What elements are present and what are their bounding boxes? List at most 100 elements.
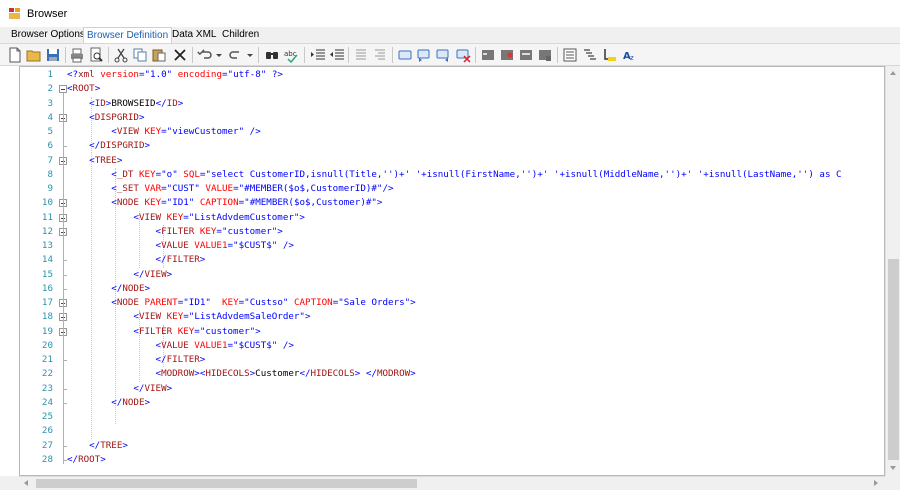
fold-guide-line <box>63 93 64 464</box>
properties-icon[interactable] <box>562 47 578 63</box>
toolbar-separator <box>192 47 193 63</box>
code-line: <ID>BROWSEID</ID> <box>89 97 184 109</box>
left-margin <box>0 66 19 476</box>
line-number: 11 <box>41 211 53 223</box>
paste-icon[interactable] <box>151 47 167 63</box>
redo-dropdown-icon[interactable] <box>247 49 253 61</box>
code-line: <?xml version="1.0" encoding="utf-8" ?> <box>67 69 283 80</box>
previous-bookmark-icon[interactable] <box>416 47 432 63</box>
spell-check-icon[interactable]: abc <box>283 47 299 63</box>
line-number: 19 <box>41 325 53 337</box>
vertical-scrollbar[interactable] <box>885 66 900 476</box>
tab-children[interactable]: Children <box>219 27 262 43</box>
next-breakpoint-icon[interactable] <box>518 47 534 63</box>
previous-breakpoint-icon[interactable] <box>499 47 515 63</box>
print-preview-icon[interactable] <box>88 47 104 63</box>
open-folder-icon[interactable] <box>26 47 42 63</box>
highlight-icon[interactable] <box>602 47 618 63</box>
toggle-bookmark-icon[interactable] <box>397 47 413 63</box>
tab-data-xml[interactable]: Data XML <box>169 27 219 43</box>
next-bookmark-icon[interactable] <box>435 47 451 63</box>
line-number: 10 <box>41 197 53 209</box>
code-line: </TREE> <box>89 439 128 451</box>
line-number: 2 <box>47 83 53 95</box>
line-number: 25 <box>41 411 53 422</box>
undo-dropdown-icon[interactable] <box>216 49 222 61</box>
code-line: <MODROW><HIDECOLS>Customer</HIDECOLS> </… <box>155 368 416 380</box>
line-number: 4 <box>47 111 53 123</box>
code-line: <_DT KEY="o" SQL="select CustomerID,isnu… <box>111 168 842 180</box>
xml-code-editor[interactable]: 1 2 3 4 5 6 7 8 9 10 11 12 13 14 15 16 17 18 19 20 21 22 23 24 2… <box>19 66 885 476</box>
code-line: <ROOT> <box>67 83 101 95</box>
line-number: 16 <box>41 282 53 294</box>
code-line: </FILTER> <box>155 354 206 365</box>
line-number: 23 <box>41 382 53 394</box>
line-number: 8 <box>47 168 53 180</box>
new-file-icon[interactable] <box>7 47 23 63</box>
line-number: 18 <box>41 311 53 323</box>
app-window-icon <box>9 8 21 19</box>
font-icon[interactable]: Az <box>622 47 638 63</box>
line-number: 5 <box>47 126 53 137</box>
svg-text:z: z <box>630 54 634 62</box>
code-line: <VALUE VALUE1="$CUST$" /> <box>155 339 294 351</box>
code-line: </ROOT> <box>67 453 106 465</box>
fold-toggle-icon[interactable] <box>59 85 67 94</box>
horizontal-scroll-thumb[interactable] <box>36 479 417 488</box>
clear-bookmarks-icon[interactable] <box>455 47 471 63</box>
line-number: 13 <box>41 240 53 251</box>
line-number: 20 <box>41 339 53 351</box>
line-number: 27 <box>41 439 53 451</box>
horizontal-scrollbar[interactable] <box>19 476 885 490</box>
undo-icon[interactable] <box>197 47 213 63</box>
toolbar: abc Az <box>0 43 900 66</box>
tab-browser-options[interactable]: Browser Options <box>8 27 88 43</box>
scroll-left-arrow-icon[interactable] <box>24 480 28 486</box>
code-line: </FILTER> <box>155 254 206 266</box>
line-number: 14 <box>41 254 53 266</box>
code-line: <VIEW KEY="viewCustomer" /> <box>111 126 261 137</box>
toggle-breakpoint-icon[interactable] <box>480 47 496 63</box>
delete-icon[interactable] <box>172 47 188 63</box>
line-number: 24 <box>41 396 53 408</box>
toolbar-separator <box>475 47 476 63</box>
code-line: <NODE KEY="ID1" CAPTION="#MEMBER($o$,Cus… <box>111 197 383 209</box>
format-icon[interactable] <box>582 47 598 63</box>
uncomment-icon[interactable] <box>372 47 388 63</box>
find-icon[interactable] <box>264 47 280 63</box>
line-number: 17 <box>41 297 53 308</box>
line-number: 1 <box>47 69 53 80</box>
line-number: 12 <box>41 225 53 237</box>
line-number: 15 <box>41 268 53 280</box>
scroll-up-arrow-icon[interactable] <box>890 71 896 75</box>
toolbar-separator <box>392 47 393 63</box>
toolbar-separator <box>304 47 305 63</box>
outdent-icon[interactable] <box>329 47 345 63</box>
code-line: <VALUE VALUE1="$CUST$" /> <box>155 240 294 251</box>
copy-icon[interactable] <box>132 47 148 63</box>
line-number: 6 <box>47 140 53 152</box>
tab-strip: Browser Options Browser Definition Data … <box>0 27 900 44</box>
code-line: </VIEW> <box>133 382 173 394</box>
clear-breakpoints-icon[interactable] <box>537 47 553 63</box>
indent-icon[interactable] <box>310 47 326 63</box>
redo-icon[interactable] <box>228 47 244 63</box>
code-line: </VIEW> <box>133 268 173 280</box>
scroll-down-arrow-icon[interactable] <box>890 466 896 470</box>
print-icon[interactable] <box>69 47 85 63</box>
title-bar: Browser <box>0 0 900 27</box>
code-line: <FILTER KEY="customer"> <box>133 325 261 337</box>
tab-browser-definition[interactable]: Browser Definition <box>83 27 173 44</box>
scroll-right-arrow-icon[interactable] <box>874 480 878 486</box>
toolbar-separator <box>108 47 109 63</box>
code-line: <FILTER KEY="customer"> <box>155 225 283 237</box>
comment-icon[interactable] <box>353 47 369 63</box>
toolbar-separator <box>557 47 558 63</box>
save-icon[interactable] <box>45 47 61 63</box>
code-line: </DISPGRID> <box>89 140 151 152</box>
vertical-scroll-thumb[interactable] <box>888 259 899 460</box>
cut-icon[interactable] <box>113 47 129 63</box>
line-number-gutter: 1 2 3 4 5 6 7 8 9 10 11 12 13 14 15 16 17 18 19 20 21 22 23 24 2… <box>20 67 56 475</box>
code-line: </NODE> <box>111 396 151 408</box>
toolbar-separator <box>348 47 349 63</box>
